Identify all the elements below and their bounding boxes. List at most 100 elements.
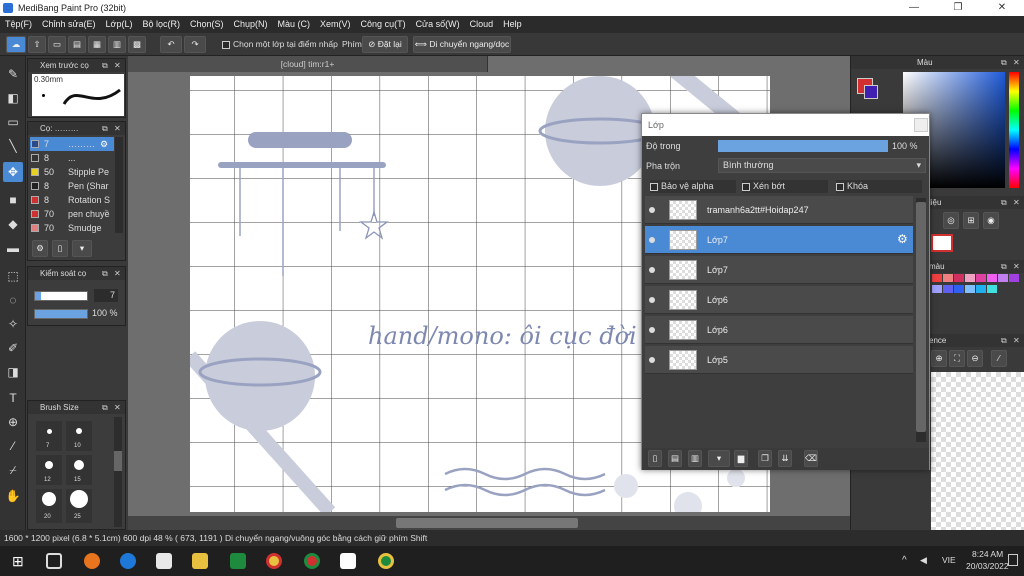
- eye-icon[interactable]: [649, 267, 655, 273]
- panel-close-icon[interactable]: ✕: [1013, 334, 1020, 347]
- chrome-profile-icon[interactable]: [304, 553, 320, 569]
- trash-icon[interactable]: ⌫: [804, 450, 818, 467]
- brush-list-item[interactable]: 7……… ⚙: [30, 137, 114, 151]
- select-one-layer-option[interactable]: Chọn một lớp tại điểm nhấp: [222, 36, 338, 53]
- tool-icon-a[interactable]: ◎: [943, 212, 959, 229]
- menu-file[interactable]: Tệp(F): [0, 16, 37, 33]
- layer-row[interactable]: Lớp7 ⚙: [645, 226, 913, 254]
- new-8bit-layer-icon[interactable]: ▥: [688, 450, 702, 467]
- protect-alpha-option[interactable]: Bảo vệ alpha: [650, 180, 736, 193]
- folder-icon[interactable]: ▆: [734, 450, 748, 467]
- minimize-button[interactable]: —: [892, 0, 936, 16]
- menu-select[interactable]: Chọn(S): [185, 16, 229, 33]
- palette-swatches[interactable]: [931, 274, 1024, 304]
- undo-icon[interactable]: ↶: [160, 36, 182, 53]
- firefox-icon[interactable]: [84, 553, 100, 569]
- brush-size-slider[interactable]: [34, 291, 88, 301]
- move-hv-button[interactable]: ⟺ Di chuyển ngang/dọc: [413, 36, 511, 53]
- excel-icon[interactable]: [230, 553, 246, 569]
- size-cell[interactable]: 7: [36, 421, 62, 451]
- dropper-tool-icon[interactable]: ⌿: [3, 460, 23, 480]
- gear-icon[interactable]: ⚙: [897, 232, 908, 246]
- duplicate-layer-icon[interactable]: ❐: [758, 450, 772, 467]
- size-cell[interactable]: 15: [66, 455, 92, 485]
- layer-list-scrollbar[interactable]: [916, 198, 926, 442]
- scroll-thumb[interactable]: [396, 518, 578, 528]
- share-icon[interactable]: ⇧: [28, 36, 46, 53]
- file-explorer-icon[interactable]: [192, 553, 208, 569]
- tool-icon-c[interactable]: ◉: [983, 212, 999, 229]
- scroll-thumb[interactable]: [916, 202, 926, 432]
- windows-start-icon[interactable]: ⊞: [12, 553, 28, 569]
- cloud-icon[interactable]: ☁: [6, 36, 26, 53]
- scroll-thumb[interactable]: [114, 451, 122, 471]
- eyedropper-tool-icon[interactable]: ⁄: [3, 436, 23, 456]
- panel-float-icon[interactable]: ⧉: [1001, 196, 1007, 209]
- fit-icon[interactable]: ⛶: [949, 350, 965, 367]
- protect-alpha-checkbox[interactable]: [650, 182, 658, 191]
- panel-float-icon[interactable]: ⧉: [1001, 260, 1007, 273]
- brush-opacity-slider[interactable]: [34, 309, 88, 319]
- chrome-icon[interactable]: [266, 553, 282, 569]
- reset-button[interactable]: ⊘ Đặt lại: [362, 36, 408, 53]
- speaker-icon[interactable]: ◀: [920, 555, 927, 566]
- panel-close-icon[interactable]: ✕: [1013, 56, 1020, 69]
- merge-down-icon[interactable]: ⇊: [778, 450, 792, 467]
- reference-canvas[interactable]: [931, 372, 1024, 530]
- blend-select[interactable]: Bình thường ▾: [718, 158, 926, 173]
- panel-close-icon[interactable]: ✕: [114, 59, 121, 72]
- brush-list-item[interactable]: 8 Pen (Shar: [30, 179, 114, 193]
- grid2-icon[interactable]: ▩: [128, 36, 146, 53]
- clip-checkbox[interactable]: [742, 182, 750, 191]
- panel-close-icon[interactable]: ✕: [114, 267, 121, 280]
- brush-size-scrollbar[interactable]: [114, 417, 122, 527]
- layer-row[interactable]: Lớp7: [645, 256, 913, 284]
- select-eraser-icon[interactable]: ◨: [3, 362, 23, 382]
- menu-tools[interactable]: Công cụ(T): [356, 16, 411, 33]
- brush-list-item[interactable]: 70 pen chuyề: [30, 207, 114, 221]
- divide-tool-icon[interactable]: ⊕: [3, 412, 23, 432]
- panel-float-icon[interactable]: ⧉: [102, 122, 108, 135]
- store-icon[interactable]: [156, 553, 172, 569]
- brush-list-scrollbar[interactable]: [115, 137, 123, 233]
- fill-rect-tool-icon[interactable]: ■: [3, 190, 23, 210]
- medibang-icon[interactable]: [340, 553, 356, 569]
- menu-cloud[interactable]: Cloud: [465, 16, 499, 33]
- clip-option[interactable]: Xén bớt: [742, 180, 828, 193]
- layer-row[interactable]: tramanh6a2tt#Hoidap247: [645, 196, 913, 224]
- task-view-icon[interactable]: [46, 553, 62, 569]
- chat-icon[interactable]: ▤: [68, 36, 86, 53]
- eye-icon[interactable]: [649, 297, 655, 303]
- brush-list-item[interactable]: 50 Stipple Pe: [30, 165, 114, 179]
- brush-list-item[interactable]: 8...: [30, 151, 114, 165]
- gear-icon[interactable]: ⚙: [100, 137, 108, 151]
- chrome-profile2-icon[interactable]: [378, 553, 394, 569]
- text-tool-icon[interactable]: T: [3, 388, 23, 408]
- menu-layer[interactable]: Lớp(L): [101, 16, 138, 33]
- brush-settings-icon[interactable]: ⚙: [32, 240, 48, 257]
- close-button[interactable]: ✕: [980, 0, 1024, 16]
- line-tool-icon[interactable]: ╲: [3, 136, 23, 156]
- notification-icon[interactable]: [1008, 554, 1018, 566]
- gradient-tool-icon[interactable]: ▬: [3, 238, 23, 258]
- size-cell[interactable]: 12: [36, 455, 62, 485]
- brush-list-item[interactable]: 70 Smudge: [30, 221, 114, 235]
- menu-color[interactable]: Màu (C): [273, 16, 316, 33]
- eraser-tool-icon[interactable]: ◧: [3, 88, 23, 108]
- tray-expand-icon[interactable]: ^: [902, 555, 907, 566]
- menu-edit[interactable]: Chỉnh sửa(E): [37, 16, 101, 33]
- new-layer-icon[interactable]: ▯: [648, 450, 662, 467]
- redo-icon[interactable]: ↷: [184, 36, 206, 53]
- hand-tool-icon[interactable]: ✋: [3, 486, 23, 506]
- panel-close-icon[interactable]: ✕: [114, 401, 121, 414]
- bucket-tool-icon[interactable]: ◆: [3, 214, 23, 234]
- size-cell[interactable]: 10: [66, 421, 92, 451]
- opacity-slider[interactable]: [718, 140, 888, 152]
- select-pen-icon[interactable]: ✐: [3, 338, 23, 358]
- panel-float-icon[interactable]: ⧉: [1001, 334, 1007, 347]
- eye-icon[interactable]: [649, 357, 655, 363]
- menu-window[interactable]: Cửa số(W): [411, 16, 465, 33]
- language-indicator[interactable]: VIE: [942, 555, 956, 565]
- layer-row[interactable]: Lớp5: [645, 346, 913, 374]
- clock-date[interactable]: 20/03/2022: [966, 561, 1009, 571]
